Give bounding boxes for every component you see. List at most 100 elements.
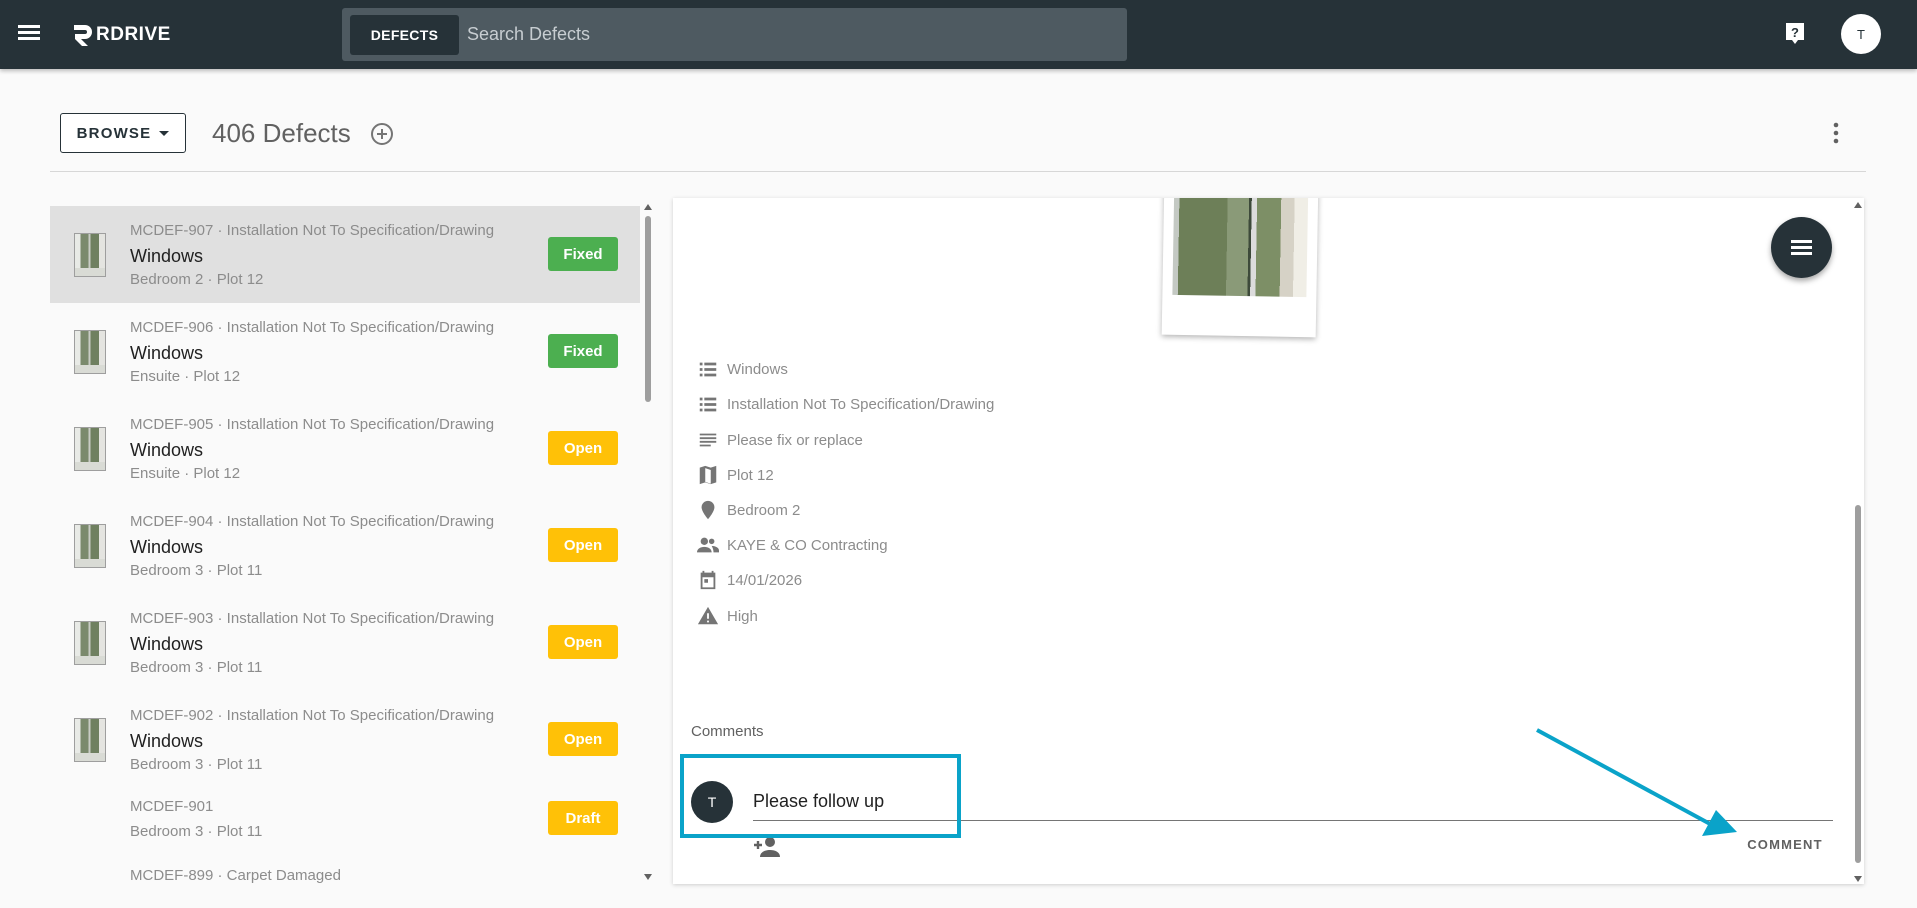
- search-bar: DEFECTS: [342, 8, 1127, 61]
- defect-thumbnail: [74, 233, 106, 277]
- field-value: Bedroom 2: [727, 501, 801, 519]
- defect-list-item[interactable]: MCDEF-901 Bedroom 3 · Plot 11 Draft: [50, 788, 640, 858]
- status-badge: Open: [548, 625, 618, 659]
- defect-code: MCDEF-907 · Installation Not To Specific…: [130, 222, 495, 239]
- list-icon: [699, 362, 717, 377]
- defect-list-item[interactable]: MCDEF-906 · Installation Not To Specific…: [50, 303, 640, 400]
- menu-icon-line: [1791, 252, 1812, 255]
- status-badge: Fixed: [548, 237, 618, 271]
- detail-scrollbar[interactable]: [1853, 202, 1863, 882]
- field-value: KAYE & CO Contracting: [727, 536, 888, 554]
- defect-location: Ensuite · Plot 12: [130, 368, 241, 385]
- browse-button[interactable]: BROWSE: [60, 113, 186, 153]
- defect-title: Windows: [130, 634, 204, 654]
- scroll-up-arrow-icon[interactable]: [644, 204, 652, 210]
- field-room: Bedroom 2: [697, 499, 800, 521]
- status-badge: Open: [548, 528, 618, 562]
- defect-title: Windows: [130, 246, 204, 266]
- field-value: High: [727, 607, 758, 625]
- browse-button-label: BROWSE: [76, 124, 152, 142]
- defect-code: MCDEF-903 · Installation Not To Specific…: [130, 610, 495, 627]
- defect-thumbnail: [74, 524, 106, 568]
- defect-list-item[interactable]: MCDEF-902 · Installation Not To Specific…: [50, 691, 640, 788]
- menu-icon: [1791, 240, 1812, 243]
- defect-code: MCDEF-899 · Carpet Damaged: [130, 867, 341, 884]
- list-scrollbar[interactable]: [643, 204, 653, 880]
- field-contractor: KAYE & CO Contracting: [697, 534, 888, 556]
- status-badge: Fixed: [548, 334, 618, 368]
- photo-image: [1172, 198, 1309, 298]
- defect-list: MCDEF-907 · Installation Not To Specific…: [50, 206, 640, 888]
- list-icon: [699, 397, 717, 412]
- status-badge: Open: [548, 722, 618, 756]
- field-value: Plot 12: [727, 466, 774, 484]
- defect-thumbnail: [74, 427, 106, 471]
- status-badge: Open: [548, 431, 618, 465]
- user-avatar[interactable]: T: [1841, 14, 1881, 54]
- field-value: 14/01/2026: [727, 571, 803, 589]
- defect-location: Bedroom 3 · Plot 11: [130, 659, 263, 676]
- defect-thumbnail: [74, 621, 106, 665]
- svg-text:?: ?: [1791, 25, 1799, 40]
- field-value: Installation Not To Specification/Drawin…: [727, 395, 995, 413]
- notes-icon: [699, 433, 717, 447]
- add-person-icon[interactable]: [754, 836, 780, 858]
- defect-thumbnail: [74, 330, 106, 374]
- defect-list-item[interactable]: MCDEF-907 · Installation Not To Specific…: [50, 206, 640, 303]
- more-vert-icon[interactable]: [1827, 120, 1845, 146]
- defect-code: MCDEF-901: [130, 798, 214, 815]
- defect-photo[interactable]: [1161, 198, 1319, 338]
- defect-list-item[interactable]: MCDEF-905 · Installation Not To Specific…: [50, 400, 640, 497]
- scrollbar-thumb[interactable]: [645, 216, 651, 402]
- defect-list-item[interactable]: MCDEF-903 · Installation Not To Specific…: [50, 594, 640, 691]
- people-icon: [697, 537, 719, 553]
- field-value: Please fix or replace: [727, 431, 863, 449]
- defect-location: Bedroom 3 · Plot 11: [130, 562, 263, 579]
- defect-location: Ensuite · Plot 12: [130, 465, 241, 482]
- defect-code: MCDEF-904 · Installation Not To Specific…: [130, 513, 495, 530]
- help-icon[interactable]: ?: [1784, 22, 1806, 46]
- menu-fab-button[interactable]: [1771, 217, 1832, 278]
- search-scope-tab[interactable]: DEFECTS: [350, 14, 459, 55]
- field-due-date: 14/01/2026: [697, 569, 802, 591]
- scroll-down-arrow-icon[interactable]: [644, 874, 652, 880]
- defect-thumbnail: [74, 718, 106, 762]
- defect-location: Bedroom 3 · Plot 11: [130, 756, 263, 773]
- rdrive-logo-icon: [74, 25, 92, 46]
- defect-list-item[interactable]: MCDEF-904 · Installation Not To Specific…: [50, 497, 640, 594]
- menu-icon-line: [1791, 246, 1812, 249]
- defect-title: Windows: [130, 731, 204, 751]
- field-defect-category: Installation Not To Specification/Drawin…: [697, 393, 994, 415]
- field-priority: High: [697, 605, 758, 627]
- warning-icon: [697, 606, 719, 625]
- defect-title: Windows: [130, 440, 204, 460]
- scroll-down-arrow-icon[interactable]: [1854, 876, 1862, 882]
- status-badge: Draft: [548, 801, 618, 835]
- scrollbar-thumb[interactable]: [1855, 505, 1861, 863]
- field-defect-type: Windows: [697, 358, 788, 380]
- map-icon: [699, 465, 717, 485]
- location-pin-icon: [701, 500, 715, 520]
- hamburger-menu-icon[interactable]: [14, 22, 42, 46]
- top-app-bar: RDRIVE DEFECTS ? T: [0, 0, 1917, 69]
- calendar-icon: [700, 570, 716, 590]
- field-value: Windows: [727, 360, 788, 378]
- field-description: Please fix or replace: [697, 429, 863, 451]
- brand-name: RDRIVE: [96, 24, 171, 45]
- defect-code: MCDEF-906 · Installation Not To Specific…: [130, 319, 495, 336]
- annotation-highlight-box: [680, 754, 961, 838]
- defect-code: MCDEF-905 · Installation Not To Specific…: [130, 416, 495, 433]
- header-divider: [50, 171, 1866, 172]
- comments-heading: Comments: [691, 723, 764, 740]
- search-input[interactable]: [467, 24, 1067, 45]
- defect-title: Windows: [130, 537, 204, 557]
- defect-code: MCDEF-902 · Installation Not To Specific…: [130, 707, 495, 724]
- defect-title: Windows: [130, 343, 204, 363]
- logo[interactable]: RDRIVE: [72, 20, 171, 50]
- comment-button[interactable]: COMMENT: [1735, 826, 1835, 862]
- page-title: 406 Defects: [212, 118, 351, 148]
- add-circle-icon[interactable]: [370, 122, 394, 146]
- defect-list-item[interactable]: MCDEF-899 · Carpet Damaged: [50, 858, 640, 888]
- field-plot: Plot 12: [697, 464, 774, 486]
- scroll-up-arrow-icon[interactable]: [1854, 202, 1862, 208]
